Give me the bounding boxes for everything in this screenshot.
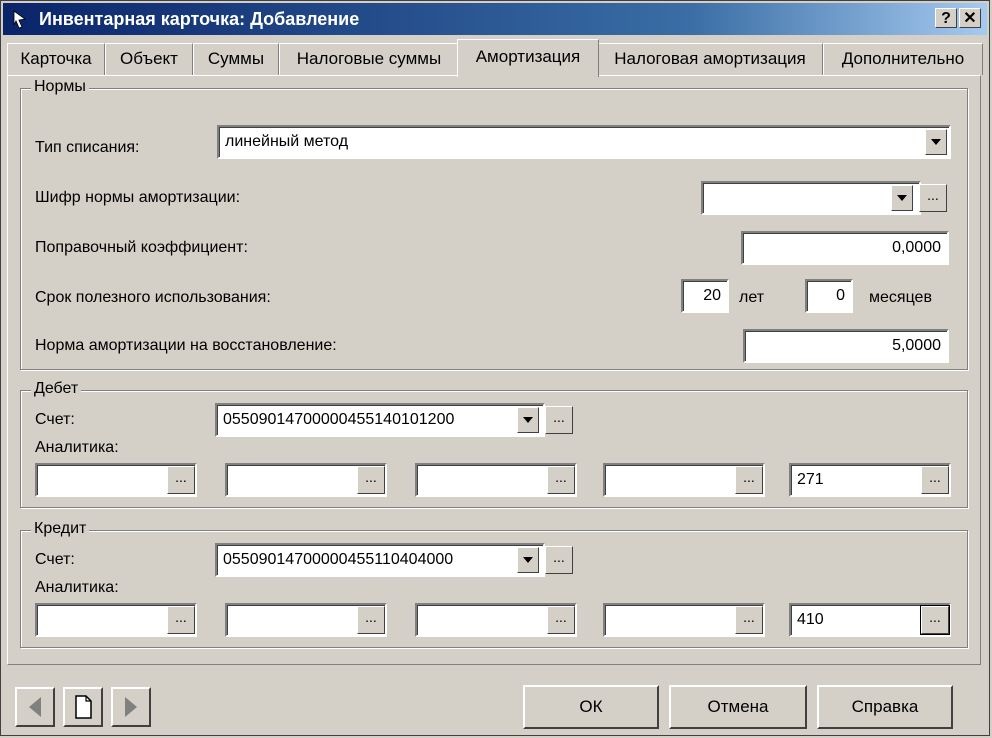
- ok-button[interactable]: ОК: [523, 685, 659, 729]
- credit-analytics-3-ellipsis-button[interactable]: ...: [547, 606, 575, 634]
- write-off-type-select[interactable]: линейный метод: [217, 125, 951, 159]
- restoration-label: Норма амортизации на восстановление:: [35, 337, 337, 354]
- credit-account-ellipsis-button[interactable]: ...: [545, 546, 573, 574]
- debit-account-value: 05509014700000455140101200: [223, 411, 455, 428]
- debit-analytics-4-ellipsis-button[interactable]: ...: [735, 466, 763, 494]
- credit-group: Кредит Счет: 05509014700000455110404000 …: [20, 520, 968, 648]
- new-record-button[interactable]: [63, 687, 103, 727]
- tab-object[interactable]: Объект: [105, 43, 193, 75]
- months-field[interactable]: 0: [805, 279, 853, 313]
- previous-record-button[interactable]: [15, 687, 55, 727]
- credit-analytics-label: Аналитика:: [35, 579, 119, 596]
- write-off-type-dropdown-icon[interactable]: [925, 129, 947, 155]
- debit-account-dropdown-icon[interactable]: [517, 407, 539, 433]
- tab-panel: Нормы Тип списания: линейный метод Шифр …: [7, 75, 981, 665]
- tab-tax-depreciation[interactable]: Налоговая амортизация: [597, 43, 823, 75]
- arrow-right-icon: [125, 697, 137, 717]
- norms-legend: Нормы: [31, 78, 89, 96]
- tab-additional[interactable]: Дополнительно: [823, 43, 983, 75]
- tab-depreciation[interactable]: Амортизация: [457, 39, 599, 77]
- norms-group: Нормы Тип списания: линейный метод Шифр …: [20, 78, 968, 370]
- years-field[interactable]: 20: [681, 279, 729, 313]
- debit-analytics-3-ellipsis-button[interactable]: ...: [547, 466, 575, 494]
- correction-label: Поправочный коэффициент:: [35, 239, 248, 256]
- credit-analytics-4-ellipsis-button[interactable]: ...: [735, 606, 763, 634]
- useful-life-label: Срок полезного использования:: [35, 289, 271, 306]
- help-icon[interactable]: ?: [935, 8, 957, 28]
- credit-analytics-2-ellipsis-button[interactable]: ...: [357, 606, 385, 634]
- debit-group: Дебет Счет: 05509014700000455140101200 .…: [20, 380, 968, 508]
- debit-analytics-1-ellipsis-button[interactable]: ...: [167, 466, 195, 494]
- years-unit-label: лет: [739, 289, 765, 306]
- window-title: Инвентарная карточка: Добавление: [39, 9, 360, 29]
- credit-legend: Кредит: [31, 520, 90, 538]
- tab-sums[interactable]: Суммы: [193, 43, 279, 75]
- credit-account-dropdown-icon[interactable]: [517, 547, 539, 573]
- norm-code-label: Шифр нормы амортизации:: [35, 189, 241, 206]
- debit-account-label: Счет:: [35, 411, 75, 428]
- tab-card[interactable]: Карточка: [7, 43, 105, 75]
- credit-analytics-5-ellipsis-button[interactable]: ...: [920, 605, 950, 635]
- dialog-window: Инвентарная карточка: Добавление ? ✕ Кар…: [0, 0, 990, 736]
- correction-field[interactable]: 0,0000: [741, 231, 949, 265]
- help-button[interactable]: Справка: [817, 685, 953, 729]
- restoration-field[interactable]: 5,0000: [743, 329, 949, 363]
- debit-legend: Дебет: [31, 380, 82, 398]
- debit-analytics-label: Аналитика:: [35, 439, 119, 456]
- document-icon: [75, 695, 92, 719]
- tab-tax-sums[interactable]: Налоговые суммы: [279, 43, 459, 75]
- app-icon: [13, 10, 27, 29]
- write-off-type-label: Тип списания:: [35, 139, 140, 156]
- debit-account-select[interactable]: 05509014700000455140101200: [215, 403, 545, 437]
- title-bar: Инвентарная карточка: Добавление ? ✕: [3, 3, 987, 35]
- arrow-left-icon: [29, 697, 41, 717]
- norm-code-dropdown-icon[interactable]: [891, 185, 913, 211]
- credit-account-value: 05509014700000455110404000: [223, 551, 454, 568]
- debit-analytics-2-ellipsis-button[interactable]: ...: [357, 466, 385, 494]
- credit-account-label: Счет:: [35, 551, 75, 568]
- norm-code-ellipsis-button[interactable]: ...: [919, 184, 947, 212]
- credit-analytics-1-ellipsis-button[interactable]: ...: [167, 606, 195, 634]
- norm-code-select[interactable]: [701, 181, 921, 215]
- debit-analytics-5-ellipsis-button[interactable]: ...: [921, 466, 949, 494]
- cancel-button[interactable]: Отмена: [669, 685, 807, 729]
- write-off-type-value: линейный метод: [225, 133, 349, 150]
- close-icon[interactable]: ✕: [959, 8, 981, 28]
- months-unit-label: месяцев: [869, 289, 932, 306]
- debit-account-ellipsis-button[interactable]: ...: [545, 406, 573, 434]
- credit-account-select[interactable]: 05509014700000455110404000: [215, 543, 545, 577]
- next-record-button[interactable]: [111, 687, 151, 727]
